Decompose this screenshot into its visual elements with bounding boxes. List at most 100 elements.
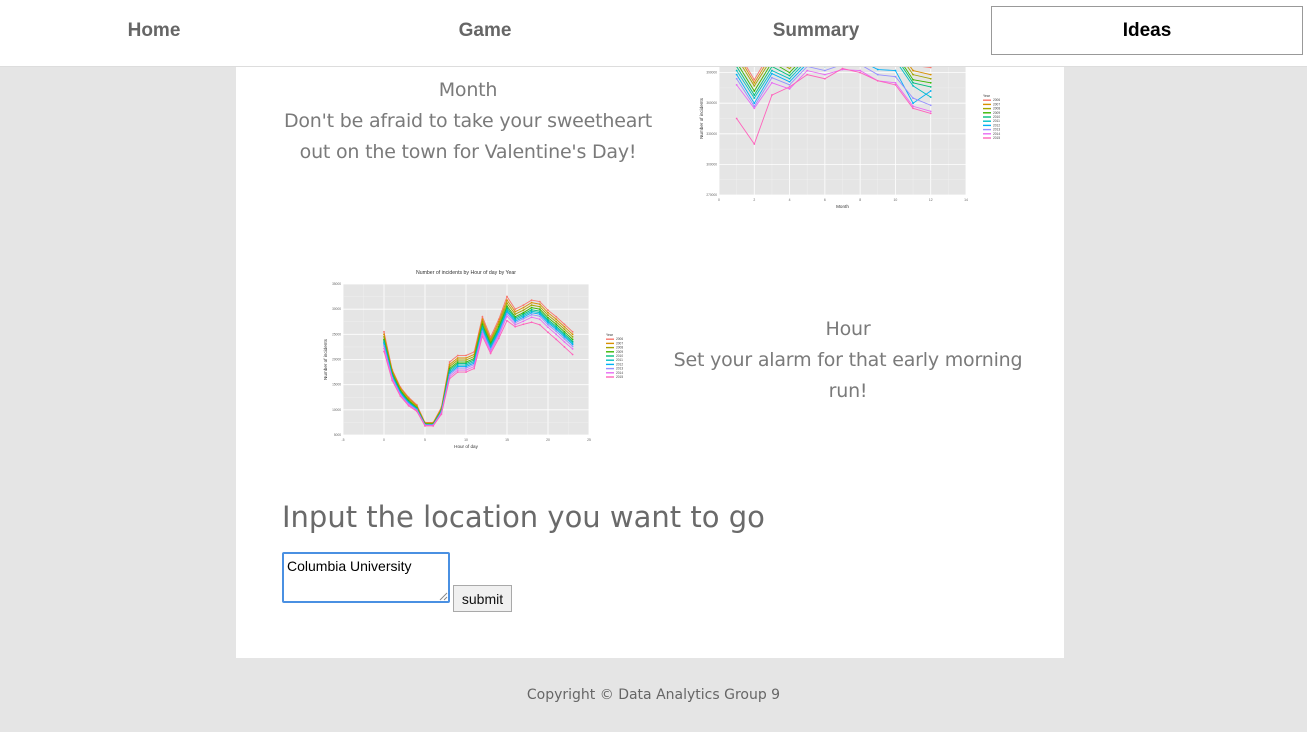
data-point — [456, 369, 459, 371]
data-point — [753, 94, 756, 96]
data-point — [456, 357, 459, 359]
legend-title: Year — [606, 333, 614, 337]
data-point — [538, 305, 541, 308]
data-point — [538, 323, 541, 326]
data-point — [514, 310, 517, 313]
data-point — [383, 347, 385, 350]
y-tick-label: 15000 — [332, 383, 341, 387]
x-tick-label: 10 — [894, 198, 898, 202]
x-tick-label: 14 — [964, 198, 968, 202]
data-point — [912, 102, 914, 105]
data-point — [771, 94, 773, 96]
data-point — [514, 323, 517, 326]
data-point — [456, 354, 459, 357]
data-point — [735, 117, 738, 120]
data-point — [753, 143, 756, 145]
data-point — [448, 373, 451, 376]
data-point — [912, 107, 914, 110]
y-tick-label: 20000 — [332, 358, 341, 362]
data-point — [456, 359, 459, 361]
legend-title: Year — [983, 94, 991, 98]
data-point — [929, 90, 932, 92]
x-tick-label: 6 — [824, 198, 826, 202]
data-point — [929, 112, 932, 115]
data-point — [448, 375, 451, 378]
nav-home[interactable]: Home — [0, 6, 310, 55]
data-point — [399, 395, 402, 398]
x-tick-label: 25 — [587, 438, 591, 442]
nav-summary[interactable]: Summary — [660, 6, 972, 55]
data-point — [929, 81, 932, 84]
data-point — [506, 299, 508, 302]
data-point — [547, 326, 549, 329]
data-point — [547, 309, 549, 312]
x-tick-label: 15 — [505, 438, 509, 442]
data-point — [481, 330, 484, 333]
data-point — [415, 410, 418, 413]
data-point — [522, 309, 525, 312]
data-point — [563, 330, 566, 333]
data-point — [555, 315, 558, 318]
y-tick-label: 270000 — [706, 193, 717, 197]
hour-section: Hour Set your alarm for that early morni… — [670, 314, 1026, 407]
resize-grip-icon[interactable] — [439, 592, 448, 601]
y-axis-label: Number of incidents — [323, 338, 328, 380]
data-point — [753, 81, 756, 84]
data-point — [735, 77, 738, 80]
data-point — [448, 363, 451, 366]
data-point — [841, 67, 844, 70]
data-point — [555, 338, 558, 341]
data-point — [383, 342, 385, 345]
data-point — [912, 97, 914, 99]
data-point — [383, 330, 385, 333]
data-point — [448, 377, 451, 380]
location-title: Input the location you want to go — [282, 500, 765, 534]
data-point — [788, 74, 791, 77]
data-point — [538, 313, 541, 316]
data-point — [547, 311, 549, 314]
data-point — [530, 316, 533, 319]
y-tick-label: 10000 — [332, 408, 341, 412]
month-heading: Month — [438, 79, 498, 101]
data-point — [481, 318, 484, 321]
data-point — [522, 323, 525, 326]
data-point — [506, 307, 508, 310]
data-point — [555, 330, 558, 333]
data-point — [929, 77, 932, 80]
y-tick-label: 35000 — [332, 282, 341, 286]
data-point — [571, 330, 574, 333]
data-point — [465, 367, 467, 369]
data-point — [563, 328, 566, 331]
x-tick-label: 8 — [859, 198, 861, 202]
data-point — [547, 321, 549, 324]
data-point — [735, 83, 738, 86]
data-point — [473, 367, 476, 370]
data-point — [929, 96, 932, 98]
data-point — [788, 83, 791, 86]
submit-button[interactable]: submit — [453, 585, 512, 612]
data-point — [912, 69, 914, 72]
data-point — [735, 69, 738, 72]
data-point — [506, 295, 508, 298]
data-point — [506, 315, 508, 318]
data-point — [555, 333, 558, 336]
top-nav: Home Game Summary Ideas — [0, 0, 1307, 67]
data-point — [424, 425, 426, 427]
location-input[interactable]: Columbia University — [282, 552, 450, 603]
nav-ideas[interactable]: Ideas — [991, 6, 1303, 55]
nav-game[interactable]: Game — [329, 6, 641, 55]
data-point — [465, 371, 467, 373]
data-point — [456, 367, 459, 369]
data-point — [383, 333, 385, 336]
x-tick-label: 4 — [789, 198, 791, 202]
data-point — [514, 308, 517, 311]
y-tick-label: 25000 — [332, 332, 341, 336]
data-point — [456, 371, 459, 373]
data-point — [753, 78, 756, 81]
x-tick-label: 12 — [929, 198, 933, 202]
data-point — [530, 321, 533, 324]
x-tick-label: 5 — [424, 438, 426, 442]
x-axis-label: Hour of day — [454, 444, 478, 449]
data-point — [506, 305, 508, 308]
month-section: Month Don't be afraid to take your sweet… — [282, 75, 654, 168]
